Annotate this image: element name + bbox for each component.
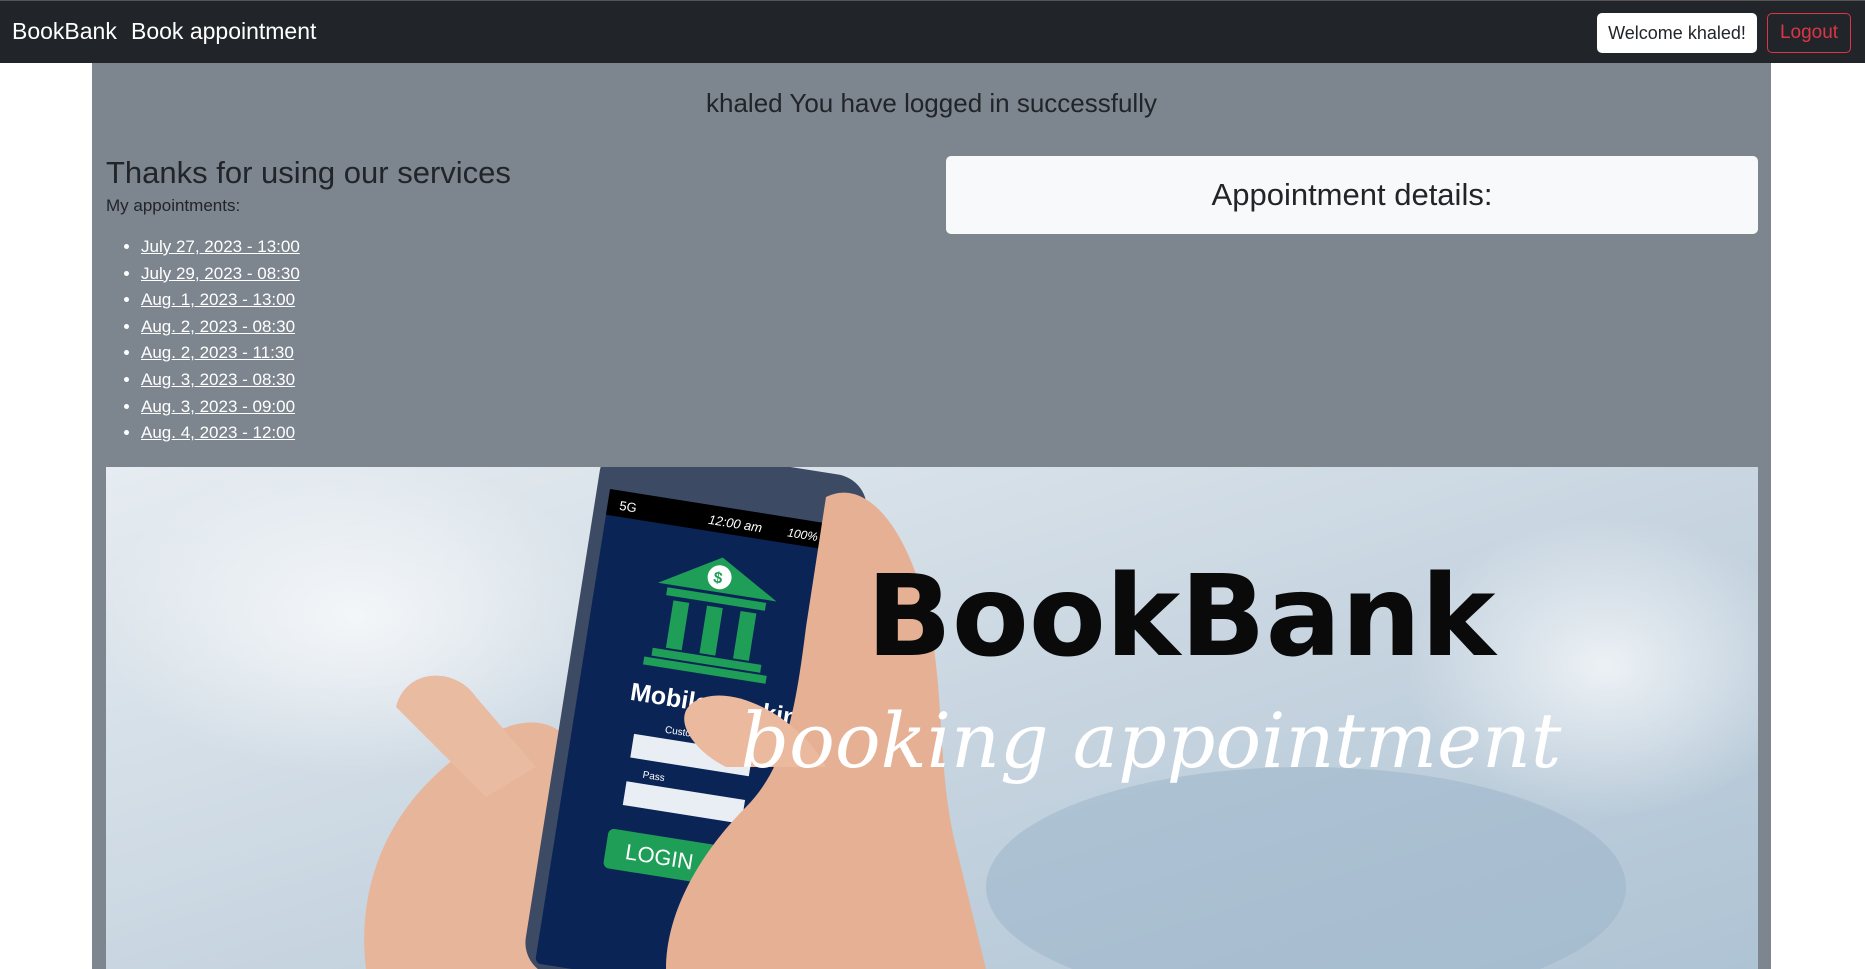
navbar: BookBank Book appointment Welcome khaled… (0, 0, 1865, 63)
list-item: Aug. 2, 2023 - 11:30 (141, 340, 300, 367)
list-item: Aug. 3, 2023 - 09:00 (141, 394, 300, 421)
thanks-heading: Thanks for using our services (106, 155, 511, 190)
appointment-details-heading: Appointment details: (1211, 177, 1493, 212)
appointment-link[interactable]: Aug. 2, 2023 - 08:30 (141, 317, 295, 336)
list-item: Aug. 3, 2023 - 08:30 (141, 367, 300, 394)
banner-title: BookBank (867, 552, 1498, 682)
list-item: July 27, 2023 - 13:00 (141, 234, 300, 261)
banner-image: 5G 12:00 am 100% $ Mobile Banking (106, 467, 1758, 969)
signal-text: 5G (618, 498, 637, 516)
banner-subtitle: booking appointment (741, 696, 1562, 785)
list-item: Aug. 1, 2023 - 13:00 (141, 287, 300, 314)
list-item: Aug. 4, 2023 - 12:00 (141, 420, 300, 447)
my-appointments-label: My appointments: (106, 196, 241, 215)
welcome-button[interactable]: Welcome khaled! (1597, 13, 1757, 53)
book-appointment-link[interactable]: Book appointment (131, 18, 316, 45)
appointment-link[interactable]: Aug. 3, 2023 - 09:00 (141, 397, 295, 416)
appointment-link[interactable]: Aug. 2, 2023 - 11:30 (141, 343, 294, 362)
appointment-link[interactable]: July 29, 2023 - 08:30 (141, 264, 300, 283)
login-success-message: khaled You have logged in successfully (706, 88, 1157, 118)
appointment-link[interactable]: Aug. 1, 2023 - 13:00 (141, 290, 295, 309)
appointment-details-card: Appointment details: (946, 156, 1758, 234)
appointment-link[interactable]: July 27, 2023 - 13:00 (141, 237, 300, 256)
list-item: July 29, 2023 - 08:30 (141, 261, 300, 288)
appointment-link[interactable]: Aug. 4, 2023 - 12:00 (141, 423, 295, 442)
logout-button[interactable]: Logout (1767, 13, 1851, 53)
appointment-link[interactable]: Aug. 3, 2023 - 08:30 (141, 370, 295, 389)
brand-link[interactable]: BookBank (12, 18, 117, 45)
appointment-list: July 27, 2023 - 13:00 July 29, 2023 - 08… (106, 234, 300, 447)
list-item: Aug. 2, 2023 - 08:30 (141, 314, 300, 341)
main-content: khaled You have logged in successfully T… (92, 63, 1771, 969)
